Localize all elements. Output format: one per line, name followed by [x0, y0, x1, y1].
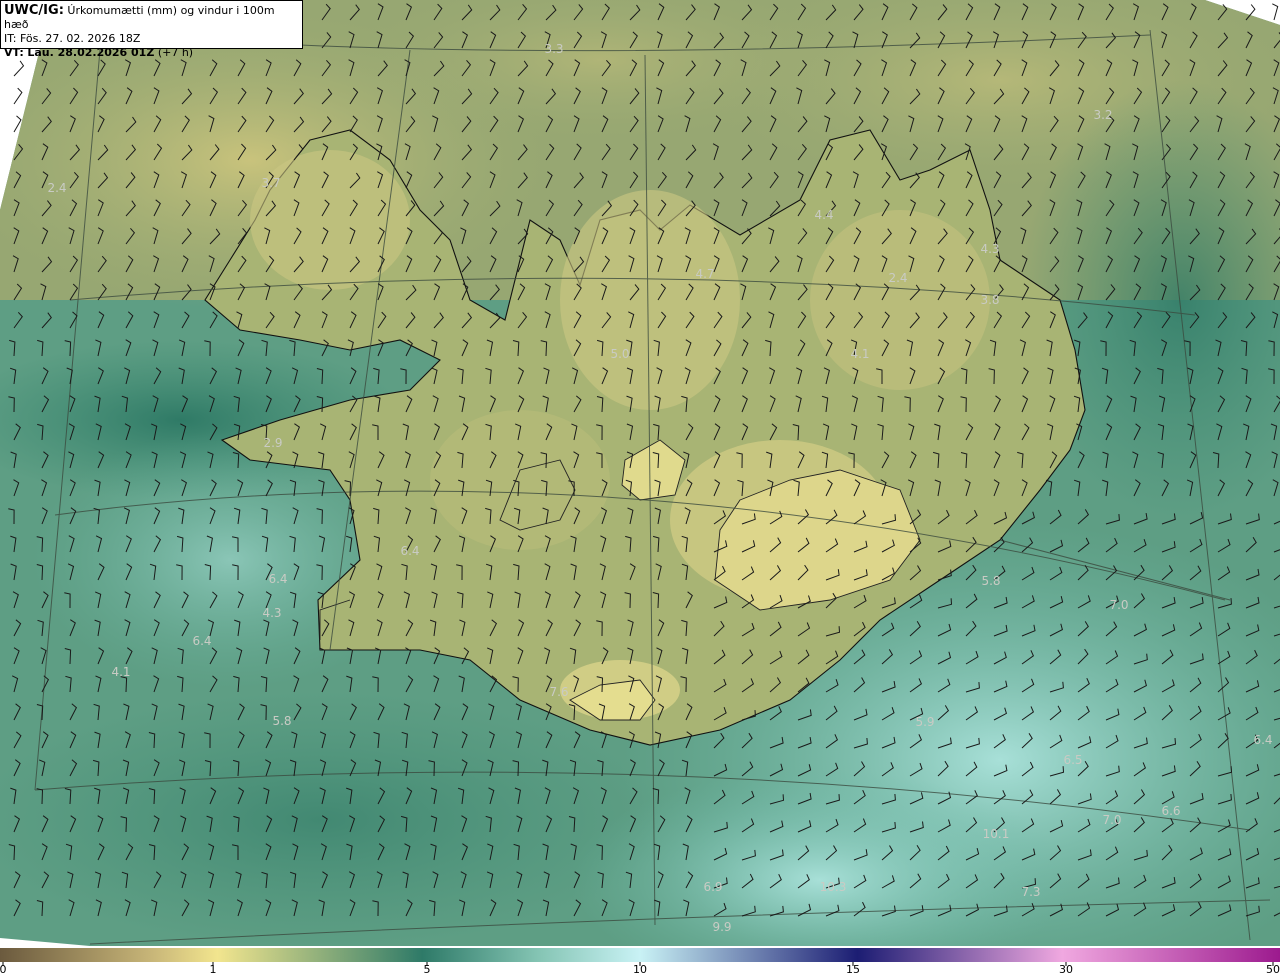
precipitation-wind-map[interactable]: 3.3 3.2 3.7 2.4 4.4 4.3 4.7 2.4 3.8 5.0 4.1 2.9 6.4 6…: [0, 0, 1280, 978]
valid-label: VT:: [4, 46, 24, 59]
precip-value-label: 3.8: [980, 293, 999, 307]
precip-value-label: 7.0: [1109, 598, 1128, 612]
wind-barb: [13, 60, 25, 77]
colorbar-tick-label: 30: [1059, 963, 1073, 976]
precip-value-label: 5.8: [272, 714, 291, 728]
colorbar-tick-label: 10: [633, 963, 647, 976]
colorbar-tick-label: 5: [423, 963, 431, 976]
valid-time: Lau. 28.02.2026 01Z: [27, 46, 155, 59]
precip-value-label: 5.0: [610, 347, 629, 361]
precip-value-label: 7.0: [1102, 813, 1121, 827]
precip-value-label: 4.1: [850, 347, 869, 361]
precip-value-label: 6.6: [1161, 804, 1180, 818]
colorbar-tick-label: 50: [1266, 963, 1280, 976]
precip-value-label: 4.3: [262, 606, 281, 620]
precip-value-label: 2.4: [888, 271, 907, 285]
colorbar-tick-label: 15: [846, 963, 860, 976]
map-info-box: UWC/IG: Úrkomumætti (mm) og vindur i 100…: [0, 0, 303, 59]
precip-value-label: 4.3: [980, 242, 999, 256]
precip-value-label: 10.1: [983, 827, 1010, 841]
lead-time: (+7 h): [157, 46, 194, 59]
colorbar-tick-label: 0: [0, 963, 7, 976]
model-label: UWC/IG:: [4, 3, 64, 18]
precip-value-label: 2.9: [263, 436, 282, 450]
precip-value-label: 10.3: [820, 880, 847, 894]
colorbar: [0, 948, 1280, 962]
precip-value-label: 3.3: [544, 42, 563, 56]
colorbar-tick-labels: 0 1 5 10 15 30 50: [0, 963, 1280, 978]
precip-value-label: 9.9: [712, 920, 731, 934]
colorbar-tick-label: 1: [209, 963, 217, 976]
precip-value-label: 3.7: [261, 176, 280, 190]
init-time: IT: Fös. 27. 02. 2026 18Z: [4, 32, 141, 45]
precip-value-label: 6.4: [192, 634, 211, 648]
precip-value-label: 6.4: [268, 572, 287, 586]
precip-value-label: 6.4: [400, 544, 419, 558]
precip-value-label: 7.6: [549, 685, 568, 699]
precip-value-label: 4.1: [111, 665, 130, 679]
precip-value-label: 3.2: [1093, 108, 1112, 122]
precip-value-label: 4.4: [814, 208, 833, 222]
precip-value-label: 6.9: [703, 880, 722, 894]
precip-value-label: 7.3: [1021, 885, 1040, 899]
precip-value-label: 4.7: [695, 267, 714, 281]
wind-barb: [13, 87, 23, 105]
precip-value-label: 5.8: [981, 574, 1000, 588]
precip-value-label: 5.9: [915, 715, 934, 729]
precip-value-label: 2.4: [47, 181, 66, 195]
wind-barb: [1272, 3, 1279, 21]
precip-value-label: 6.5: [1063, 753, 1082, 767]
precip-value-label: 6.4: [1253, 733, 1272, 747]
